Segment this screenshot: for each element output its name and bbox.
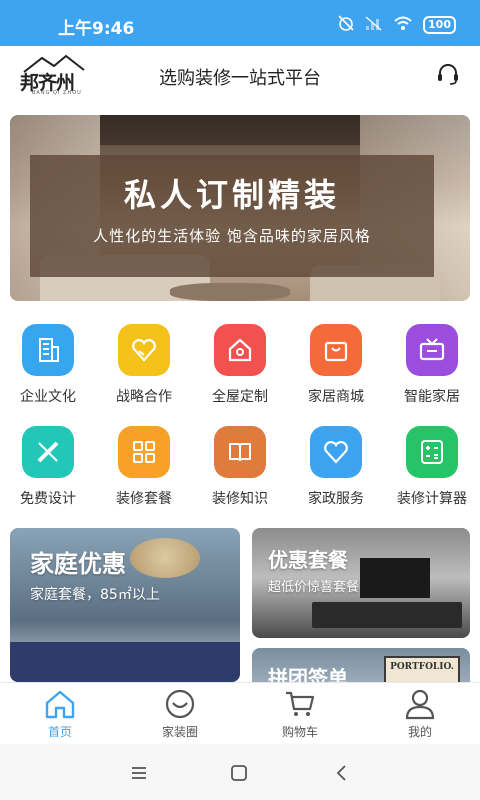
bottom-tab-bar: 首页 家装圈 购物车 我的 [0,682,480,744]
ruler-pencil-icon [22,426,74,478]
grid-item-calculator[interactable]: 装修计算器 [384,426,480,508]
grid-row-1: 企业文化 战略合作 全屋定制 家居商城 智能家居 [0,324,480,426]
home-icon [214,324,266,376]
smile-circle-icon [165,689,195,719]
cart-icon [286,691,315,716]
status-time: 上午9:46 [58,19,135,39]
wifi-icon [393,15,413,35]
grid-label: 免费设计 [20,491,76,507]
back-icon[interactable] [330,762,352,784]
tab-label: 我的 [407,725,432,739]
calculator-icon [406,426,458,478]
banner-subtitle: 人性化的生活体验 饱含品味的家居风格 [93,227,371,245]
grid-label: 家居商城 [308,389,364,405]
tv-icon [406,324,458,376]
grid-item-renovation-knowledge[interactable]: 装修知识 [192,426,288,508]
banner-title: 私人订制精装 [123,176,340,214]
grid-label: 全屋定制 [212,389,268,405]
signal-icon [365,15,383,35]
grid-item-free-design[interactable]: 免费设计 [0,426,96,508]
book-icon [214,426,266,478]
hero-banner[interactable]: 私人订制精装 人性化的生活体验 饱含品味的家居风格 [10,115,470,301]
promo-title: 优惠套餐 [268,548,348,572]
headset-icon[interactable] [436,62,460,86]
home-square-icon[interactable] [228,762,250,784]
alarm-off-icon [337,14,355,36]
tab-mine[interactable]: 我的 [360,687,480,740]
grid-label: 战略合作 [116,389,172,405]
promo-subtitle: 超低价惊喜套餐 [268,580,360,595]
heart-icon [310,426,362,478]
promo-subtitle: 家庭套餐，85㎡以上 [30,587,160,603]
tab-home-circle[interactable]: 家装圈 [120,687,240,740]
tab-label: 首页 [47,725,72,739]
grid-label: 装修计算器 [397,491,467,507]
grid-label: 装修套餐 [116,491,172,507]
shopping-bag-icon [310,324,362,376]
grid-icon [118,426,170,478]
grid-label: 企业文化 [20,389,76,405]
banner-caption-box: 私人订制精装 人性化的生活体验 饱含品味的家居风格 [30,155,434,277]
feature-grid: 企业文化 战略合作 全屋定制 家居商城 智能家居 免费设计 装修套餐 装修知识 … [0,324,480,528]
tab-cart[interactable]: 购物车 [240,687,360,740]
tab-label: 购物车 [281,725,318,739]
grid-row-2: 免费设计 装修套餐 装修知识 家政服务 装修计算器 [0,426,480,528]
grid-label: 家政服务 [308,491,364,507]
promo-title: 家庭优惠 [30,550,126,578]
handshake-heart-icon [118,324,170,376]
grid-label: 智能家居 [404,389,460,405]
grid-item-smart-home[interactable]: 智能家居 [384,324,480,406]
menu-icon[interactable] [128,762,150,784]
grid-label: 装修知识 [212,491,268,507]
header: 邦齐州 BANG QI ZHOU 选购装修一站式平台 [0,46,480,104]
grid-item-strategic-cooperation[interactable]: 战略合作 [96,324,192,406]
logo-subtext: BANG QI ZHOU [32,90,82,96]
status-bar: 上午9:46 100 [0,0,480,46]
grid-item-corporate-culture[interactable]: 企业文化 [0,324,96,406]
grid-item-renovation-package[interactable]: 装修套餐 [96,426,192,508]
user-icon [405,689,435,720]
building-icon [22,324,74,376]
battery-icon: 100 [423,16,456,34]
page-title: 选购装修一站式平台 [159,68,321,89]
grid-item-whole-house-custom[interactable]: 全屋定制 [192,324,288,406]
system-nav-bar [0,744,480,800]
grid-item-housekeeping[interactable]: 家政服务 [288,426,384,508]
promo-discount-package[interactable]: 优惠套餐 超低价惊喜套餐 [252,528,470,638]
tab-home[interactable]: 首页 [0,687,120,740]
grid-item-home-mall[interactable]: 家居商城 [288,324,384,406]
home-tab-icon [45,690,75,719]
status-icons: 100 [337,14,456,36]
tab-label: 家装圈 [161,725,198,739]
promo-family-discount[interactable]: 家庭优惠 家庭套餐，85㎡以上 [10,528,240,682]
